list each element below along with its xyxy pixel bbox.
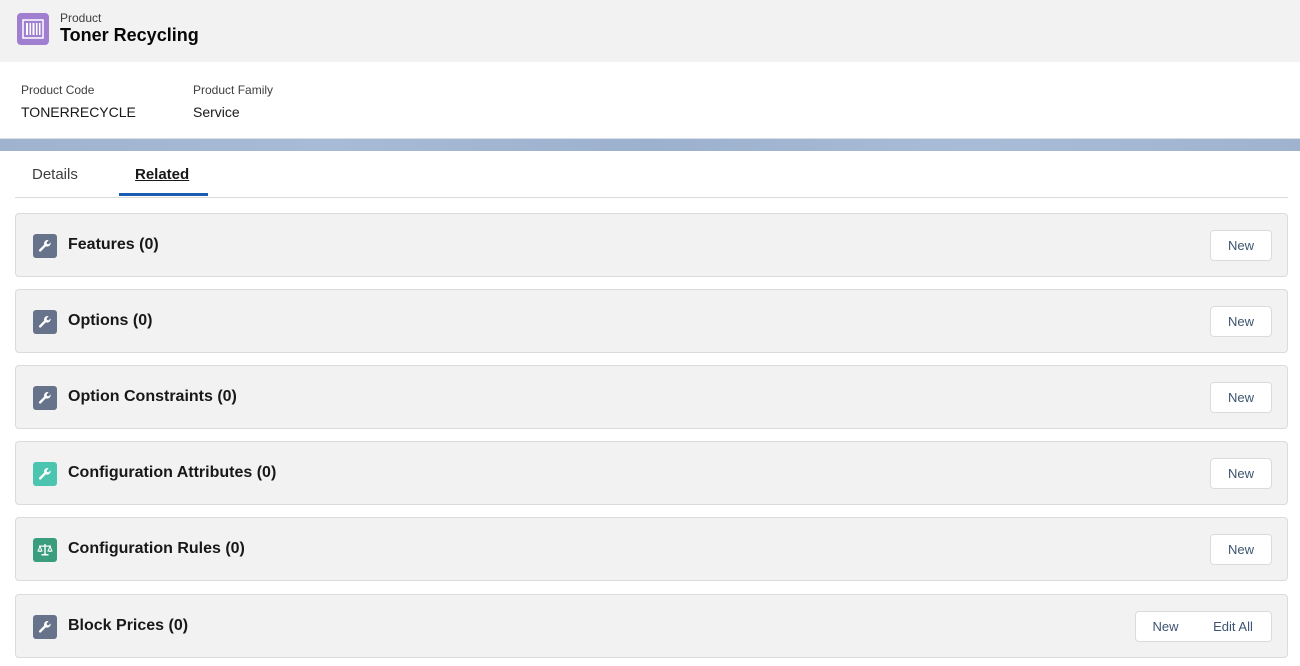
- related-list-title[interactable]: Option Constraints (0): [68, 388, 237, 406]
- new-button[interactable]: New: [1210, 534, 1272, 565]
- field-product-family: Product Family Service: [193, 83, 273, 120]
- tab-related[interactable]: Related: [135, 166, 189, 183]
- related-list-title[interactable]: Block Prices (0): [68, 617, 188, 635]
- related-list-title[interactable]: Options (0): [68, 312, 152, 330]
- field-value: Service: [193, 104, 240, 120]
- new-button[interactable]: New: [1210, 458, 1272, 489]
- related-list-configuration-rules: Configuration Rules (0) New: [15, 517, 1288, 581]
- related-list-configuration-attributes: Configuration Attributes (0) New: [15, 441, 1288, 505]
- new-button[interactable]: New: [1210, 230, 1272, 261]
- new-button[interactable]: New: [1210, 382, 1272, 413]
- wrench-icon: [33, 386, 57, 410]
- related-list-options: Options (0) New: [15, 289, 1288, 353]
- new-button[interactable]: New: [1210, 306, 1272, 337]
- related-list-title[interactable]: Configuration Attributes (0): [68, 464, 276, 482]
- related-list-option-constraints: Option Constraints (0) New: [15, 365, 1288, 429]
- new-button[interactable]: New: [1135, 611, 1196, 642]
- related-list-title[interactable]: Configuration Rules (0): [68, 540, 245, 558]
- tab-details[interactable]: Details: [32, 166, 78, 183]
- highlights-panel: Product Code TONERRECYCLE Product Family…: [0, 62, 1300, 139]
- related-list-features: Features (0) New: [15, 213, 1288, 277]
- record-header: Product Toner Recycling: [0, 0, 1300, 62]
- wrench-icon: [33, 310, 57, 334]
- related-list-block-prices: Block Prices (0) New Edit All: [15, 594, 1288, 658]
- decorative-band: [0, 139, 1300, 151]
- object-type-label: Product: [60, 11, 102, 25]
- wrench-icon: [33, 615, 57, 639]
- field-product-code: Product Code TONERRECYCLE: [21, 83, 136, 120]
- edit-all-button[interactable]: Edit All: [1195, 611, 1272, 642]
- field-label: Product Code: [21, 83, 95, 97]
- field-value: TONERRECYCLE: [21, 104, 136, 120]
- tab-bar: Details Related: [15, 151, 1288, 198]
- scales-icon: [33, 538, 57, 562]
- wrench-icon: [33, 234, 57, 258]
- related-list-title[interactable]: Features (0): [68, 236, 159, 254]
- wrench-icon: [33, 462, 57, 486]
- product-barcode-icon: [17, 13, 49, 45]
- page-title: Toner Recycling: [60, 25, 199, 45]
- active-tab-indicator: [119, 193, 208, 196]
- field-label: Product Family: [193, 83, 274, 97]
